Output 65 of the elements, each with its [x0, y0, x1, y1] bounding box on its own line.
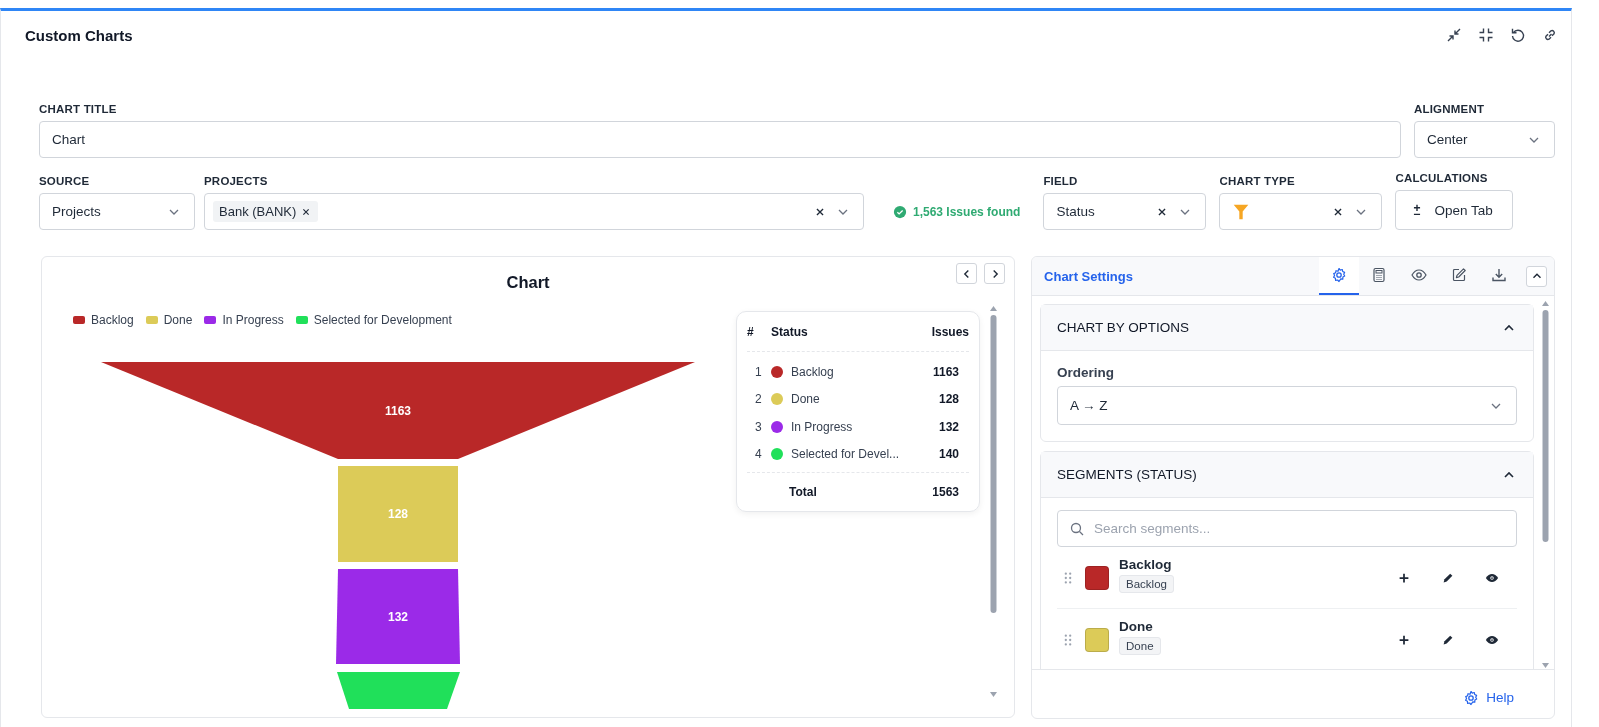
column-header: Status	[771, 324, 809, 339]
search-field[interactable]: Search segments...	[1057, 510, 1517, 547]
legend-item[interactable]: In Progress	[204, 313, 284, 327]
section-header[interactable]: CHART BY OPTIONS	[1041, 305, 1533, 351]
ordering-label: Ordering	[1057, 365, 1116, 380]
color-swatch[interactable]	[1085, 627, 1110, 652]
ordering-select[interactable]: A → Z	[1057, 386, 1517, 425]
total-count: 1563	[931, 485, 960, 499]
field-label: PROJECTS	[204, 175, 269, 189]
scrollbar[interactable]	[1541, 300, 1550, 669]
segment-tag: Backlog	[1119, 575, 1174, 593]
source-select[interactable]: Projects	[39, 193, 195, 230]
issue-count: 1163	[931, 364, 960, 379]
total-label: Total	[788, 485, 818, 499]
color-swatch[interactable]	[1085, 565, 1110, 590]
segment-name: Backlog	[1119, 557, 1173, 572]
row-index: 2	[754, 392, 763, 407]
minimize-icon[interactable]	[1445, 26, 1463, 44]
field-label: FIELD	[1043, 175, 1079, 189]
issues-found-status: 1,563 Issues found	[873, 193, 1029, 230]
collapse-icon[interactable]	[1477, 26, 1495, 44]
status-name: Selected for Devel...	[791, 447, 900, 462]
legend-item[interactable]: Selected for Development	[295, 313, 452, 327]
help-link[interactable]: Help	[1463, 689, 1514, 706]
project-tag: Bank (BANK)	[213, 201, 319, 222]
next-button[interactable]	[984, 263, 1006, 284]
column-header: #	[747, 324, 755, 339]
page-title: Custom Charts	[25, 26, 133, 44]
field-label: CHART TITLE	[39, 103, 118, 117]
status-name: Backlog	[791, 364, 834, 379]
field-select[interactable]: Status	[1043, 193, 1207, 230]
settings-icon[interactable]	[1319, 257, 1359, 295]
issue-count: 132	[937, 419, 960, 434]
reset-icon[interactable]	[1509, 26, 1527, 44]
row-index: 4	[754, 447, 763, 462]
chart-title-field[interactable]: Chart	[39, 121, 1401, 158]
funnel-icon	[1232, 202, 1251, 221]
search-icon	[1069, 521, 1086, 537]
field-label: SOURCE	[39, 175, 91, 189]
row-index: 3	[754, 419, 763, 434]
segment-value: 128	[388, 507, 408, 521]
section-header[interactable]: SEGMENTS (STATUS)	[1041, 452, 1533, 498]
field-label: CHART TYPE	[1219, 175, 1296, 189]
legend-item[interactable]: Backlog	[73, 313, 134, 327]
alignment-select[interactable]: Center	[1414, 121, 1555, 158]
segment-name: Done	[1119, 619, 1154, 634]
panel-title: Chart Settings	[1044, 268, 1134, 284]
field-label: ALIGNMENT	[1414, 103, 1486, 117]
status-name: Done	[791, 392, 820, 407]
collapse-button[interactable]	[1526, 265, 1547, 287]
legend-item[interactable]: Done	[145, 313, 193, 327]
issue-count: 140	[937, 447, 960, 462]
previous-button[interactable]	[956, 263, 978, 284]
segment-value: 1163	[385, 403, 411, 418]
segment-tag: Done	[1119, 637, 1161, 655]
row-index: 1	[754, 364, 763, 379]
open-tab-button[interactable]: Open Tab	[1395, 190, 1514, 230]
field-label: CALCULATIONS	[1395, 172, 1489, 186]
column-header: Issues	[930, 324, 969, 339]
issue-count: 128	[937, 392, 960, 407]
gear-icon	[1463, 689, 1480, 706]
segment-value: 132	[388, 609, 408, 624]
chart-title: Chart	[506, 272, 550, 292]
check-icon	[893, 204, 907, 219]
status-name: In Progress	[791, 419, 853, 434]
